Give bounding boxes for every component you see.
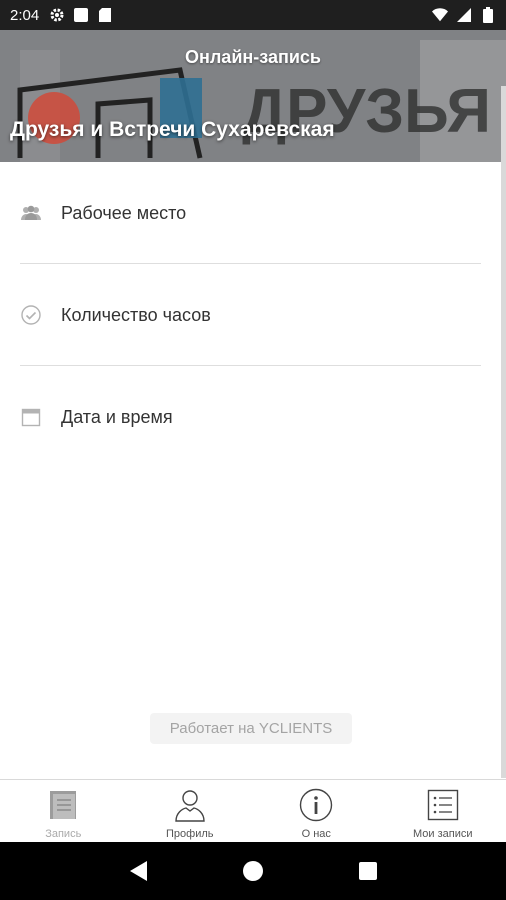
tab-label: Профиль [166,828,214,840]
tab-my-bookings[interactable]: Мои записи [380,780,506,842]
system-navigation-bar [0,842,506,900]
tab-label: Мои записи [412,828,473,840]
list-icon [424,787,462,823]
tab-booking[interactable]: Запись [0,780,127,842]
powered-by-link[interactable]: Работает на YCLIENTS [150,713,352,744]
menu-item-label: Дата и время [61,406,173,427]
signal-icon [456,7,472,23]
bottom-tab-bar: Запись Профиль О нас Мои записи [0,779,506,842]
menu-item-label: Количество часов [61,304,211,325]
tab-about[interactable]: О нас [253,780,380,842]
booking-icon [44,787,82,823]
status-left: 2:04 [10,7,113,24]
page-title: Онлайн-запись [185,47,321,67]
profile-icon [171,787,209,823]
wifi-icon [432,7,448,23]
status-right [432,7,496,23]
people-icon [20,202,42,224]
menu-item-workplace[interactable]: Рабочее место [0,162,506,264]
status-bar: 2:04 [0,0,506,30]
settings-icon [49,7,65,23]
tab-label: О нас [301,828,331,840]
menu-item-hours[interactable]: Количество часов [0,264,506,366]
check-circle-icon [20,304,42,326]
sd-card-icon [97,7,113,23]
square-notification-icon [73,7,89,23]
back-icon[interactable] [126,859,150,883]
tab-profile[interactable]: Профиль [127,780,254,842]
company-name: Друзья и Встречи Сухаревская [10,118,335,141]
recents-icon[interactable] [356,859,380,883]
booking-steps-list: Рабочее место Количество часов Дата и вр… [0,162,506,468]
menu-item-date-time[interactable]: Дата и время [0,366,506,468]
tab-label: Запись [45,828,82,840]
calendar-icon [20,406,42,428]
home-icon[interactable] [241,859,265,883]
battery-icon [480,7,496,23]
status-time: 2:04 [10,6,40,24]
menu-item-label: Рабочее место [61,202,187,223]
info-icon [297,787,335,823]
header-banner: ДРУЗЬЯ Онлайн-запись Друзья и Встречи Су… [0,30,506,162]
